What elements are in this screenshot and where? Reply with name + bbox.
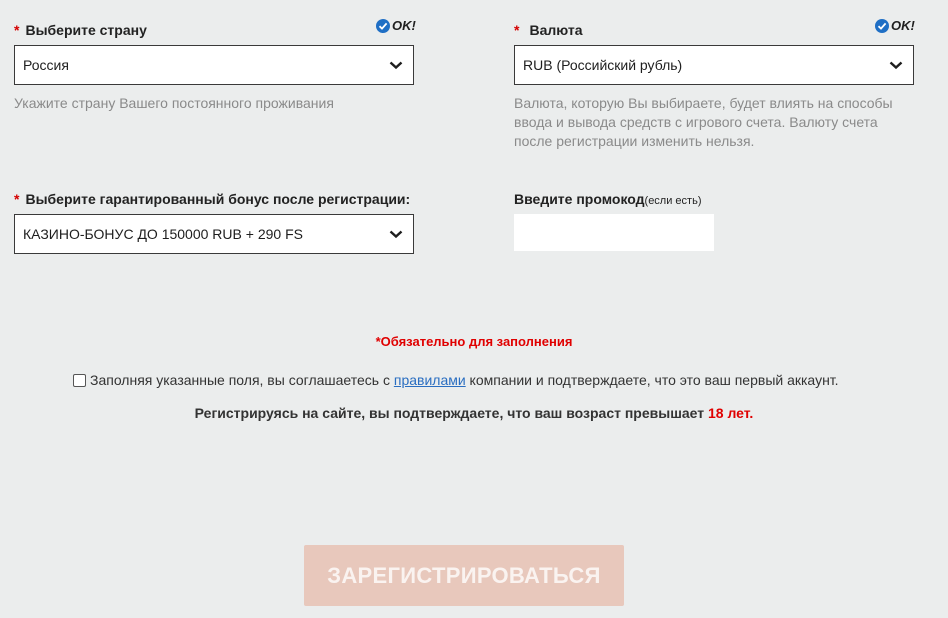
chevron-down-icon	[389, 61, 403, 69]
currency-hint-line: ввода и вывода средств с игрового счета.…	[514, 114, 878, 130]
country-label-text: Выберите страну	[25, 22, 147, 38]
agreement-text-after: компании и подтверждаете, что это ваш пе…	[465, 372, 839, 388]
agreement-row: Заполняя указанные поля, вы соглашаетесь…	[73, 372, 839, 388]
check-circle-icon	[875, 18, 889, 33]
currency-ok-badge: OK!	[875, 18, 915, 33]
required-mark: *	[14, 191, 20, 207]
promo-code-input[interactable]	[514, 214, 714, 251]
currency-ok-text: OK!	[891, 18, 915, 33]
bonus-label-text: Выберите гарантированный бонус после рег…	[25, 191, 411, 207]
currency-select-value: RUB (Российский рубль)	[523, 57, 683, 73]
register-button[interactable]: ЗАРЕГИСТРИРОВАТЬСЯ	[304, 545, 624, 606]
bonus-select-value: КАЗИНО-БОНУС ДО 150000 RUB + 290 FS	[23, 226, 303, 242]
bonus-select[interactable]: КАЗИНО-БОНУС ДО 150000 RUB + 290 FS	[14, 214, 414, 254]
check-circle-icon	[376, 18, 390, 33]
country-ok-text: OK!	[392, 18, 416, 33]
currency-hint-line: Валюта, которую Вы выбираете, будет влия…	[514, 95, 893, 111]
country-select-value: Россия	[23, 57, 69, 73]
promo-label-text: Введите промокод	[514, 191, 645, 207]
age-notice-text: Регистрируясь на сайте, вы подтверждаете…	[194, 405, 709, 421]
currency-hint-line: после регистрации изменить нельзя.	[514, 133, 755, 149]
chevron-down-icon	[889, 61, 903, 69]
agreement-checkbox[interactable]	[73, 373, 86, 387]
required-fields-note: *Обязательно для заполнения	[375, 334, 573, 349]
promo-label-note: (если есть)	[644, 195, 702, 207]
required-mark: *	[514, 22, 520, 38]
required-mark: *	[14, 22, 20, 38]
age-notice: Регистрируясь на сайте, вы подтверждаете…	[0, 405, 948, 421]
currency-label-text: Валюта	[529, 22, 583, 38]
age-notice-highlight: 18 лет.	[708, 405, 754, 421]
bonus-label: * Выберите гарантированный бонус после ре…	[14, 191, 410, 207]
promo-label: Введите промокод(если есть)	[514, 191, 701, 207]
chevron-down-icon	[389, 230, 403, 238]
agreement-text-before: Заполняя указанные поля, вы соглашаетесь…	[90, 372, 394, 388]
currency-label: * Валюта	[514, 22, 583, 38]
currency-select[interactable]: RUB (Российский рубль)	[514, 45, 914, 85]
country-hint: Укажите страну Вашего постоянного прожив…	[14, 95, 334, 111]
currency-hint: Валюта, которую Вы выбираете, будет влия…	[514, 94, 893, 151]
country-ok-badge: OK!	[376, 18, 416, 33]
country-label: * Выберите страну	[14, 22, 147, 38]
country-select[interactable]: Россия	[14, 45, 414, 85]
rules-link[interactable]: правилами	[394, 372, 466, 388]
